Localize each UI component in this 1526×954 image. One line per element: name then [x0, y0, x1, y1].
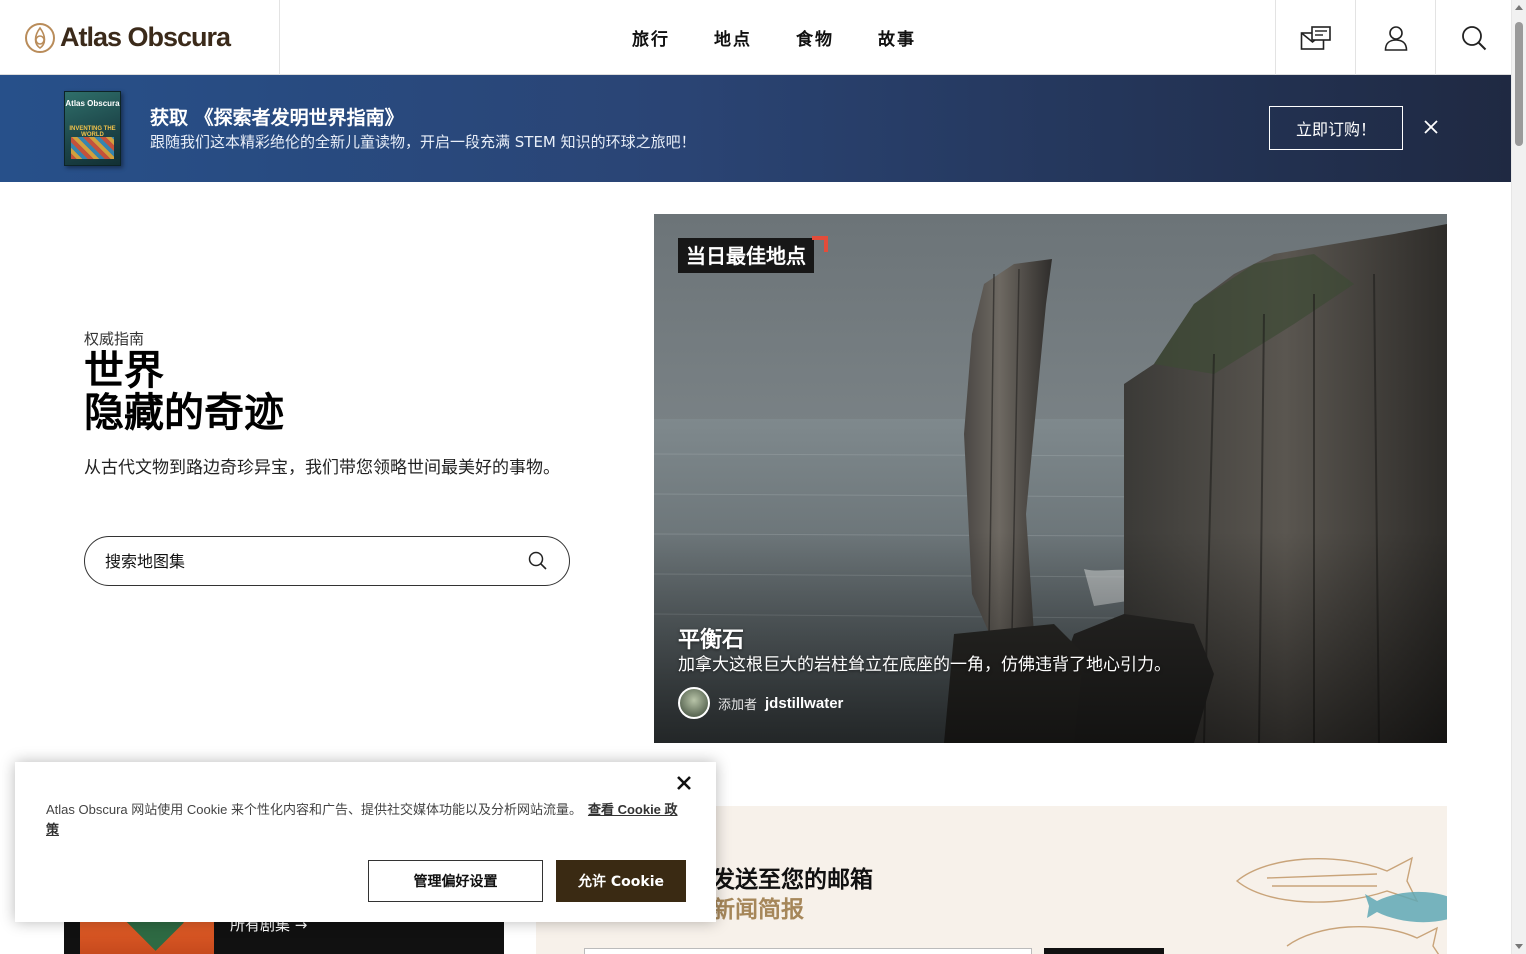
book-cover-title: Atlas Obscura	[65, 99, 120, 108]
nav-item-travel[interactable]: 旅行	[610, 25, 692, 50]
search-submit-icon[interactable]	[527, 550, 549, 572]
newsletter-email-input[interactable]	[584, 948, 1032, 954]
site-header: Atlas Obscura 旅行 地点 食物 故事	[0, 0, 1511, 75]
search-icon	[1461, 25, 1486, 50]
newsletter-submit-button[interactable]	[1044, 948, 1164, 954]
manage-preferences-button[interactable]: 管理偏好设置	[368, 860, 543, 902]
scroll-up-arrow-icon[interactable]	[1515, 5, 1523, 10]
cookie-message-text: Atlas Obscura 网站使用 Cookie 来个性化内容和广告、提供社交…	[46, 802, 582, 817]
newsletter-title: 发送至您的邮箱	[712, 867, 873, 893]
nav-item-places[interactable]: 地点	[692, 25, 774, 50]
account-button[interactable]	[1355, 0, 1435, 75]
nav-item-stories[interactable]: 故事	[856, 25, 938, 50]
hero-title: 世界 隐藏的奇迹	[84, 350, 284, 434]
cookie-close-icon[interactable]	[675, 774, 693, 792]
book-cover-image: Atlas Obscura INVENTING THE WORLD	[64, 91, 121, 166]
header-actions	[1275, 0, 1511, 75]
place-description: 加拿大这根巨大的岩柱耸立在底座的一角，仿佛违背了地心引力。	[678, 655, 1171, 675]
allow-cookies-button[interactable]: 允许 Cookie	[556, 860, 686, 902]
order-now-button[interactable]: 立即订购！	[1269, 106, 1403, 150]
fish-illustration-icon	[1235, 856, 1447, 954]
cookie-consent-dialog: Atlas Obscura 网站使用 Cookie 来个性化内容和广告、提供社交…	[15, 762, 716, 922]
close-icon[interactable]	[1421, 117, 1441, 137]
hero-kicker: 权威指南	[84, 330, 145, 348]
place-of-the-day-tag: 当日最佳地点	[678, 238, 814, 273]
user-icon	[1384, 25, 1407, 51]
book-cover-illustration	[71, 137, 114, 159]
atlas-search-input[interactable]	[105, 551, 527, 571]
header-search-button[interactable]	[1435, 0, 1511, 75]
scroll-down-arrow-icon[interactable]	[1515, 944, 1523, 949]
main-nav: 旅行 地点 食物 故事	[610, 0, 938, 75]
logo-text: Atlas Obscura	[60, 22, 231, 52]
author-name[interactable]: jdstillwater	[765, 695, 843, 712]
cookie-message: Atlas Obscura 网站使用 Cookie 来个性化内容和广告、提供社交…	[46, 800, 686, 840]
banner-title: 获取 《探索者发明世界指南》	[150, 107, 404, 129]
place-of-the-day-card[interactable]: 当日最佳地点 平衡石 加拿大这根巨大的岩柱耸立在底座的一角，仿佛违背了地心引力。…	[654, 214, 1447, 743]
nav-item-food[interactable]: 食物	[774, 25, 856, 50]
newsletter-button[interactable]	[1275, 0, 1355, 75]
newsletter-icon	[1300, 25, 1331, 50]
hero-description: 从古代文物到路边奇珍异宝，我们带您领略世间最美好的事物。	[84, 458, 560, 478]
newsletter-subtitle: 新闻简报	[712, 897, 804, 923]
tag-corner-accent	[812, 236, 828, 252]
banner-subtitle: 跟随我们这本精彩绝伦的全新儿童读物，开启一段充满 STEM 知识的环球之旅吧！	[150, 133, 696, 151]
scrollbar-thumb[interactable]	[1515, 22, 1523, 146]
added-by-label: 添加者	[718, 697, 758, 713]
hero-title-line2: 隐藏的奇迹	[84, 390, 284, 436]
promo-banner: Atlas Obscura INVENTING THE WORLD 获取 《探索…	[0, 75, 1511, 182]
logo[interactable]: Atlas Obscura	[0, 0, 280, 75]
hero-title-line1: 世界	[84, 348, 164, 394]
atlas-obscura-logo-icon	[25, 22, 55, 53]
author-avatar[interactable]	[678, 687, 710, 719]
atlas-search-box	[84, 536, 570, 586]
place-author: 添加者 jdstillwater	[678, 687, 843, 719]
page-scrollbar[interactable]	[1511, 0, 1526, 954]
